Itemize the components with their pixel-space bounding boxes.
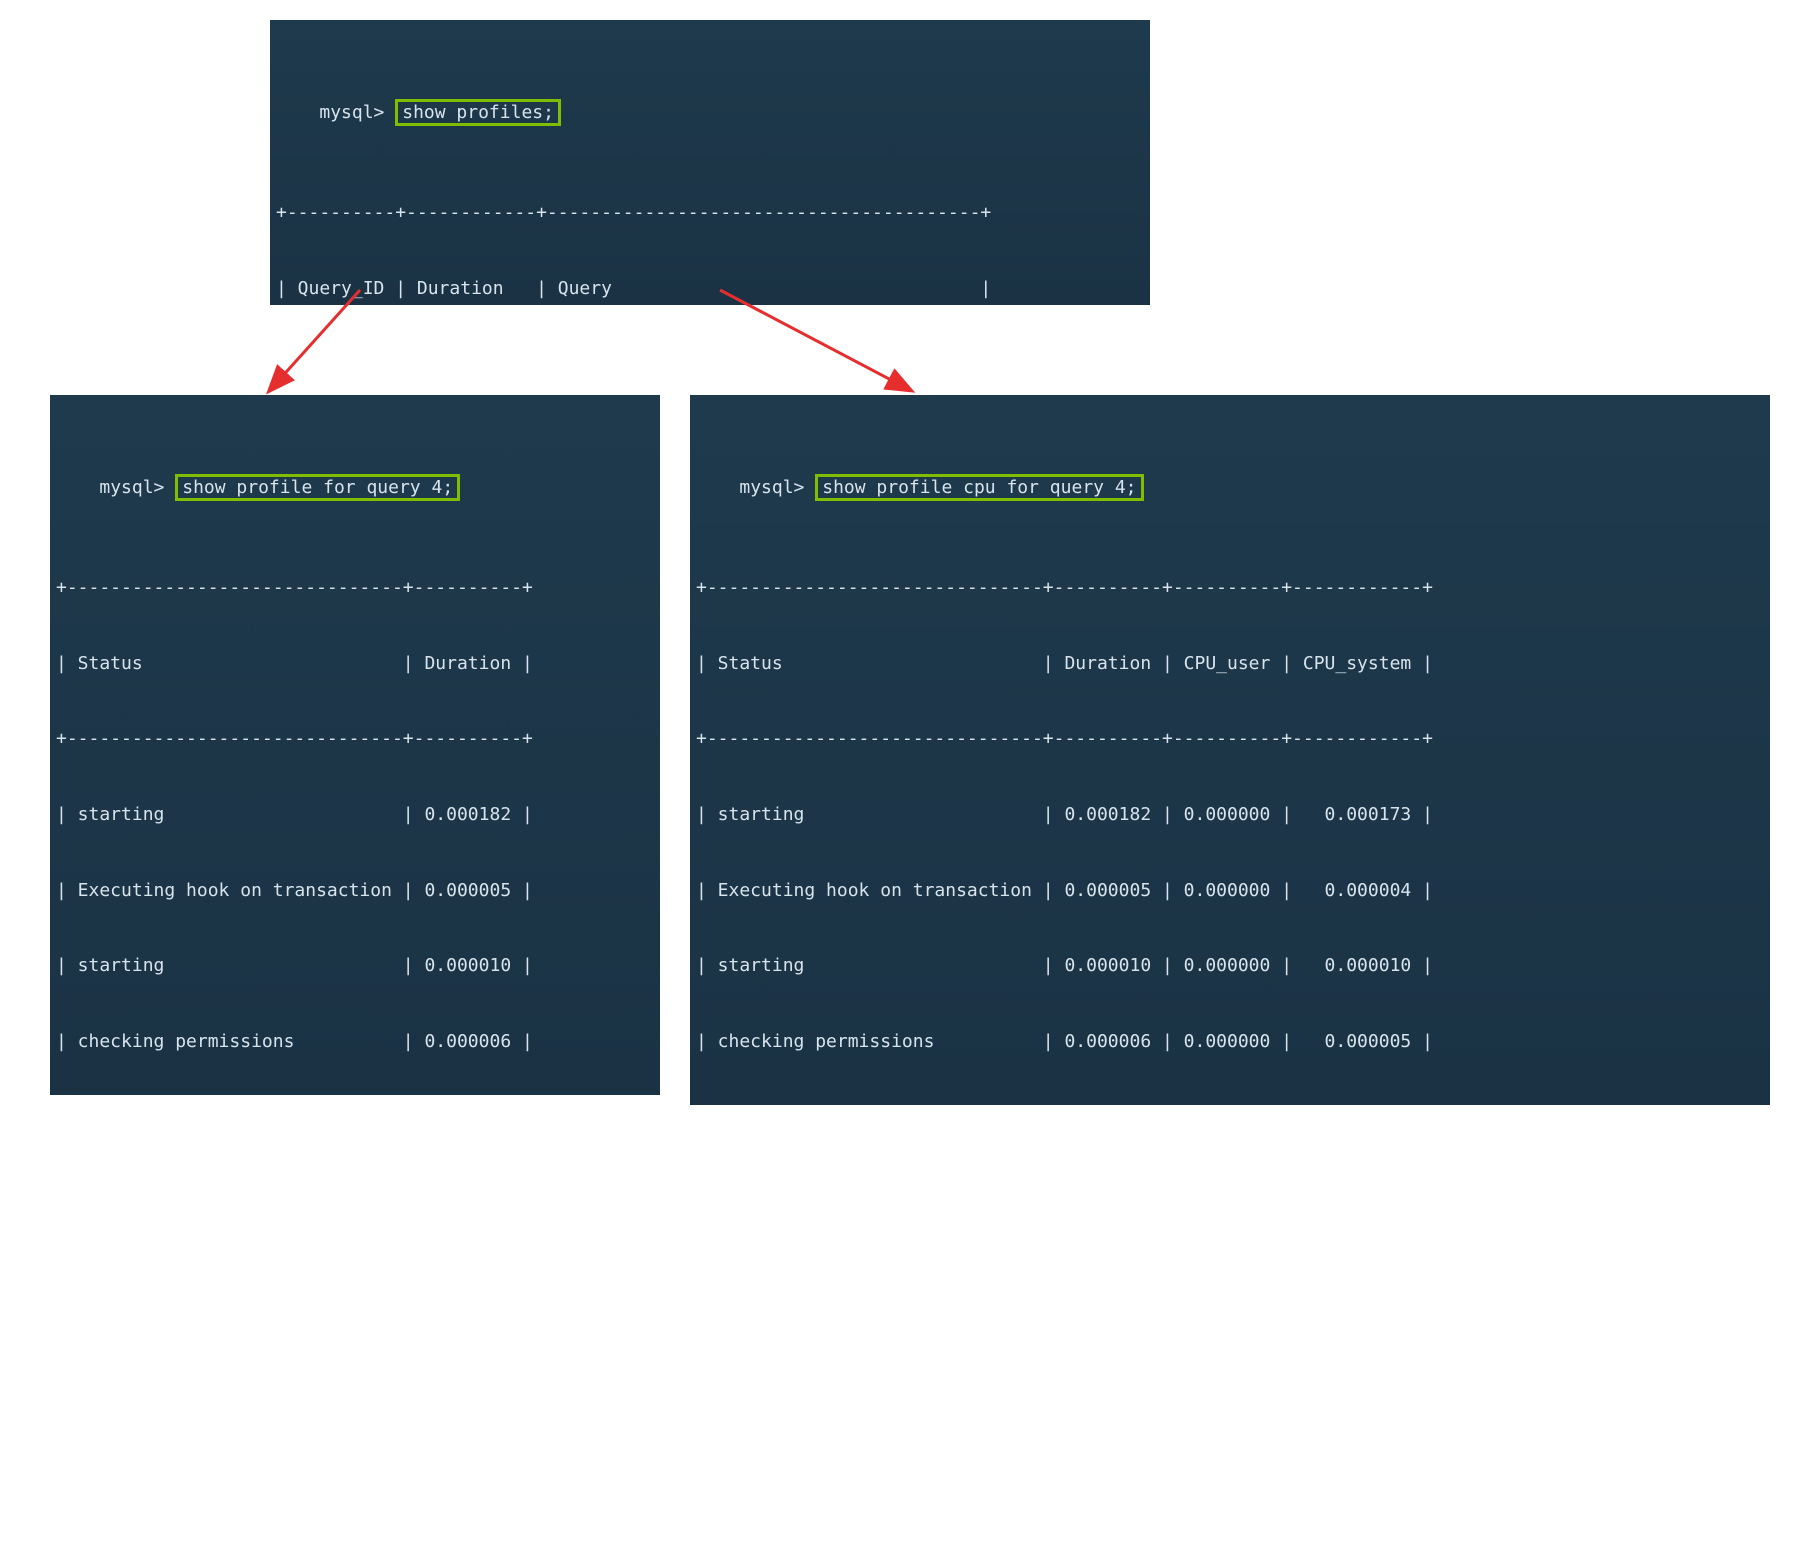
command-highlight: show profiles; <box>395 99 561 126</box>
table-row: | Opening tables | 0.000053 | 0.000000 |… <box>690 1104 1770 1105</box>
terminal-show-profile-cpu: mysql> show profile cpu for query 4; +--… <box>690 395 1770 1105</box>
table-header: | Status | Duration | CPU_user | CPU_sys… <box>690 651 1770 676</box>
mysql-prompt: mysql> <box>739 477 804 498</box>
command-highlight: show profile cpu for query 4; <box>815 474 1143 501</box>
table-row: | starting | 0.000010 | <box>50 953 660 978</box>
terminal-show-profiles: mysql> show profiles; +----------+------… <box>270 20 1150 305</box>
arrow-icon <box>720 290 920 410</box>
arrow-icon <box>260 290 380 410</box>
table-row: | checking permissions | 0.000006 | <box>50 1029 660 1054</box>
table-row: | starting | 0.000182 | <box>50 802 660 827</box>
table-border: +-------------------------------+-------… <box>690 575 1770 600</box>
mysql-prompt: mysql> <box>99 477 164 498</box>
table-row: | starting | 0.000182 | 0.000000 | 0.000… <box>690 802 1770 827</box>
mysql-prompt: mysql> <box>319 102 384 123</box>
table-border: +-------------------------------+-------… <box>50 726 660 751</box>
table-header: | Query_ID | Duration | Query | <box>270 276 1150 301</box>
table-border: +-------------------------------+-------… <box>50 575 660 600</box>
table-border: +-------------------------------+-------… <box>690 726 1770 751</box>
command-highlight: show profile for query 4; <box>175 474 460 501</box>
table-border: +----------+------------+---------------… <box>270 200 1150 225</box>
terminal-show-profile: mysql> show profile for query 4; +------… <box>50 395 660 1095</box>
table-row: | starting | 0.000010 | 0.000000 | 0.000… <box>690 953 1770 978</box>
table-row: | Executing hook on transaction | 0.0000… <box>690 878 1770 903</box>
table-header: | Status | Duration | <box>50 651 660 676</box>
table-row: | checking permissions | 0.000006 | 0.00… <box>690 1029 1770 1054</box>
table-row: | Executing hook on transaction | 0.0000… <box>50 878 660 903</box>
